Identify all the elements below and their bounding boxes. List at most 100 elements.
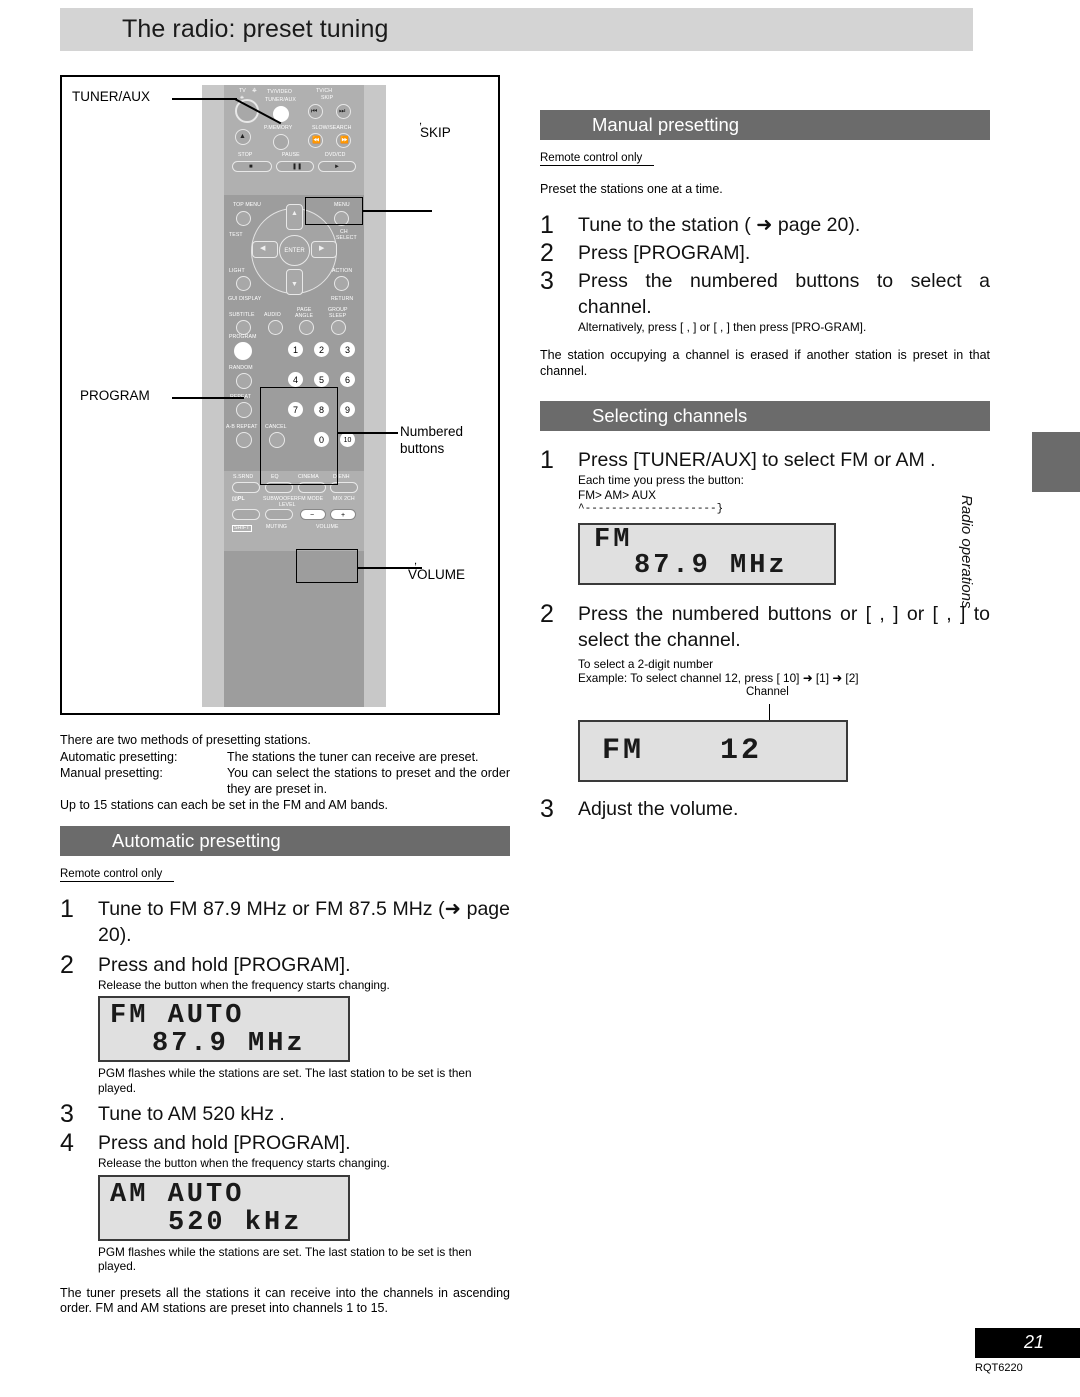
tuner-aux-label: TUNER/AUX: [265, 97, 296, 103]
s-srnd-button[interactable]: [232, 482, 260, 493]
level-label: LEVEL: [279, 502, 296, 508]
callout-box-skip: [305, 197, 363, 225]
random-button[interactable]: [236, 373, 252, 389]
dvd-cd-label: DVD/CD: [325, 152, 346, 158]
audio-label: AUDIO: [264, 312, 281, 318]
enter-button[interactable]: ENTER: [279, 235, 310, 266]
number-button-4[interactable]: 4: [288, 372, 303, 387]
top-menu-button[interactable]: [236, 211, 251, 226]
subtitle-button[interactable]: [236, 320, 251, 335]
dpad-up-button[interactable]: [286, 204, 303, 230]
number-button-10[interactable]: 10: [340, 432, 355, 447]
section-title-automatic: Automatic presetting: [112, 829, 281, 851]
pause-icon: ❚❚: [292, 164, 303, 170]
arrow-up-icon: ▲: [291, 210, 299, 217]
number-button-5-label: 5: [318, 374, 324, 385]
intro-manual-desc: You can select the stations to preset an…: [227, 766, 510, 796]
volume-group-label: VOLUME: [316, 524, 339, 530]
section-header-automatic: Automatic presetting: [60, 825, 510, 856]
auto-step-2-text: Press and hold [PROGRAM].: [98, 953, 351, 976]
skip-label: SKIP: [321, 95, 334, 101]
select-step-2: 2 Press the numbered buttons or [ , ] or…: [540, 601, 990, 653]
play-icon: ►: [334, 164, 341, 170]
number-button-1[interactable]: 1: [288, 342, 303, 357]
number-button-9-label: 9: [344, 404, 350, 415]
select-step-2-sub1: To select a 2-digit number: [578, 656, 714, 671]
intro-block: There are two methods of presetting stat…: [60, 733, 510, 814]
callout-label-numbered-2: buttons: [400, 441, 445, 456]
remote-only-note-automatic: Remote control only: [60, 868, 175, 882]
number-button-9[interactable]: 9: [340, 402, 355, 417]
callout-line-numbered: [338, 432, 398, 434]
number-button-2[interactable]: 2: [314, 342, 329, 357]
select-step-2-number: 2: [540, 599, 554, 628]
number-button-6[interactable]: 6: [340, 372, 355, 387]
auto-step-1-text: Tune to FM 87.9 MHz or FM 87.5 MHz (➜ pa…: [98, 897, 510, 946]
callout-label-program: PROGRAM: [80, 388, 150, 403]
random-label: RANDOM: [229, 365, 253, 371]
repeat-button[interactable]: [236, 402, 252, 418]
callout-label-skip: SKIP: [420, 125, 451, 140]
shift-label: SHIFT: [232, 525, 252, 533]
callout-label-numbered-1: Numbered: [400, 424, 464, 439]
auto-step-2: 2 Press and hold [PROGRAM].: [60, 952, 510, 978]
page-header-bar: The radio: preset tuning: [60, 8, 973, 51]
dolby-pl-button[interactable]: [232, 509, 260, 520]
pause-label: PAUSE: [282, 152, 300, 158]
action-label: ACTION: [332, 268, 353, 274]
channel-caption-wrap: Channel: [578, 686, 990, 704]
number-button-3[interactable]: 3: [340, 342, 355, 357]
manual-step-3-text: Press the numbered buttons to select a c…: [578, 269, 990, 318]
audio-button[interactable]: [268, 320, 283, 335]
p-memory-button[interactable]: [273, 134, 289, 150]
section-title-selecting: Selecting channels: [592, 405, 748, 426]
tv-power-label: TV: [239, 88, 246, 94]
callout-box-numbered: [260, 387, 338, 485]
rewind-icon: ⏪: [312, 137, 321, 144]
select-step-2-sub2: Example: To select channel 12, press [ 1…: [578, 671, 859, 685]
page-number-box: 21: [975, 1328, 1080, 1358]
ab-repeat-button[interactable]: [236, 432, 252, 448]
manual-step-1: 1 Tune to the station ( ➜ page 20).: [540, 212, 990, 238]
callout-line-skip: [363, 210, 432, 212]
select-step-1-text: Press [TUNER/AUX] to select FM or AM .: [578, 449, 936, 471]
intro-line-last: Up to 15 stations can each be set in the…: [60, 798, 388, 812]
fastforward-icon: ⏩: [340, 137, 349, 144]
callout-label-tuner-aux: TUNER/AUX: [72, 89, 151, 104]
light-button[interactable]: [236, 276, 251, 291]
auto-step-3-text: Tune to AM 520 kHz .: [98, 1103, 285, 1125]
auto-step-4: 4 Press and hold [PROGRAM].: [60, 1130, 510, 1156]
light-label: LIGHT: [229, 268, 245, 274]
group-sleep-button[interactable]: [331, 320, 346, 335]
side-tab-block: [1032, 432, 1080, 492]
remote-control-figure: TV ⎈ ⎈ TV/VIDEO TUNER/AUX TV/CH SKIP ⏮ ⏭…: [60, 75, 500, 715]
number-button-6-label: 6: [344, 374, 350, 385]
number-button-3-label: 3: [344, 344, 350, 355]
select-step-3: 3 Adjust the volume.: [540, 796, 990, 822]
action-button[interactable]: [334, 276, 349, 291]
subwoofer-level-button[interactable]: [265, 509, 293, 520]
lcd-fm-auto-line2: 87.9 MHz: [152, 1029, 306, 1059]
sleep-label: SLEEP: [329, 313, 347, 319]
manual-intro: Preset the stations one at a time.: [540, 182, 723, 196]
automatic-footer: The tuner presets all the stations it ca…: [60, 1285, 510, 1316]
section-title-manual: Manual presetting: [592, 114, 740, 135]
program-button[interactable]: [234, 342, 252, 360]
manual-step-1-text: Tune to the station ( ➜ page 20).: [578, 213, 861, 236]
auto-step-4-note: PGM flashes while the stations are set. …: [98, 1244, 472, 1274]
subtitle-label: SUBTITLE: [229, 312, 255, 318]
auto-step-2-sub: Release the button when the frequency st…: [98, 977, 390, 992]
manual-step-3: 3 Press the numbered buttons to select a…: [540, 268, 990, 320]
intro-auto-row: Automatic presetting: The stations the t…: [60, 750, 510, 766]
lcd-display-fm-auto: FM AUTO 87.9 MHz: [98, 996, 350, 1062]
page-angle-button[interactable]: [299, 320, 314, 335]
number-button-2-label: 2: [318, 344, 324, 355]
auto-step-1: 1 Tune to FM 87.9 MHz or FM 87.5 MHz (➜ …: [60, 896, 510, 948]
number-button-5[interactable]: 5: [314, 372, 329, 387]
left-column: TV ⎈ ⎈ TV/VIDEO TUNER/AUX TV/CH SKIP ⏮ ⏭…: [60, 75, 510, 1317]
section-header-selecting: Selecting channels: [540, 401, 990, 431]
plus-icon: +: [341, 512, 346, 519]
dolby-pl-label: ▯▯PL: [232, 496, 245, 502]
manual-step-3-number: 3: [540, 266, 554, 295]
manual-step-3-sub: Alternatively, press [ , ] or [ , ] then…: [578, 319, 867, 334]
